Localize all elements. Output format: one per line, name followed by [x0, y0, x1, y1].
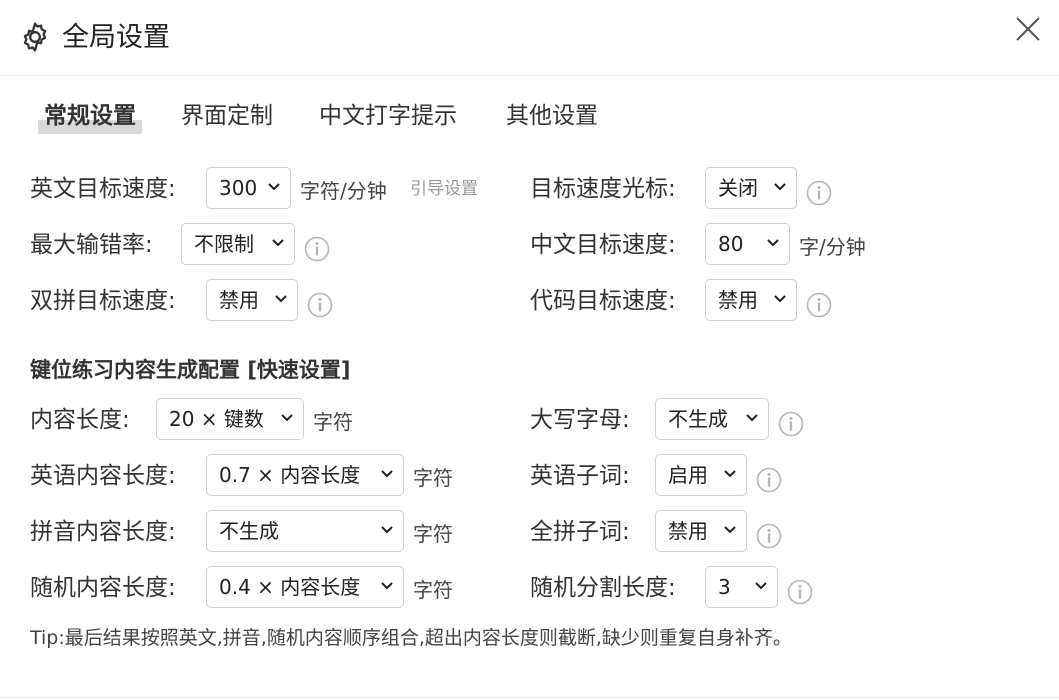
- dialog-title: 全局设置: [62, 22, 170, 53]
- tip-text: Tip:最后结果按照英文,拼音,随机内容顺序组合,超出内容长度则截断,缺少则重复…: [30, 627, 792, 649]
- pinyin-content-length-select[interactable]: 不生成: [206, 510, 404, 552]
- quanpin-subword-label: 全拼子词:: [530, 519, 630, 545]
- max-error-rate-select[interactable]: 不限制: [181, 223, 295, 265]
- en-subword-select[interactable]: 启用: [655, 454, 747, 496]
- chevron-down-icon: [755, 582, 767, 590]
- tab-general[interactable]: 常规设置: [38, 96, 142, 136]
- divider: [0, 697, 1059, 698]
- select-value: 不限制: [194, 232, 254, 256]
- chevron-down-icon: [268, 183, 280, 191]
- select-value: 3: [718, 575, 731, 599]
- dialog-header: 全局设置: [0, 0, 1059, 76]
- code-target-speed-select[interactable]: 禁用: [705, 279, 797, 321]
- en-target-speed-select[interactable]: 300: [206, 167, 291, 209]
- chevron-down-icon: [767, 239, 779, 247]
- info-icon[interactable]: [806, 180, 832, 206]
- chevron-down-icon: [381, 526, 393, 534]
- content-length-unit: 字符: [313, 410, 353, 434]
- uppercase-label: 大写字母:: [530, 407, 630, 433]
- en-content-length-select[interactable]: 0.7 × 内容长度: [206, 454, 404, 496]
- select-value: 禁用: [668, 519, 708, 543]
- en-subword-label: 英语子词:: [530, 463, 630, 489]
- info-icon[interactable]: [787, 579, 813, 605]
- target-speed-cursor-label: 目标速度光标:: [530, 176, 676, 202]
- quanpin-subword-select[interactable]: 禁用: [655, 510, 747, 552]
- gear-icon: [23, 22, 47, 52]
- info-icon[interactable]: [806, 292, 832, 318]
- info-icon[interactable]: [756, 467, 782, 493]
- select-value: 启用: [668, 463, 708, 487]
- select-value: 不生成: [219, 519, 279, 543]
- chevron-down-icon: [381, 470, 393, 478]
- quick-settings-link[interactable]: [快速设置]: [247, 358, 350, 382]
- random-split-length-select[interactable]: 3: [705, 566, 778, 608]
- shuangpin-target-speed-label: 双拼目标速度:: [30, 288, 176, 314]
- content-length-select[interactable]: 20 × 键数: [156, 398, 304, 440]
- info-icon[interactable]: [756, 523, 782, 549]
- random-content-length-select[interactable]: 0.4 × 内容长度: [206, 566, 404, 608]
- chevron-down-icon: [746, 414, 758, 422]
- select-value: 禁用: [219, 288, 259, 312]
- select-value: 0.4 × 内容长度: [219, 575, 361, 599]
- tab-chinese-typing-hints[interactable]: 中文打字提示: [319, 96, 457, 136]
- random-split-length-label: 随机分割长度:: [530, 575, 676, 601]
- max-error-rate-label: 最大输错率:: [30, 232, 153, 258]
- uppercase-select[interactable]: 不生成: [655, 398, 769, 440]
- select-value: 20 × 键数: [169, 407, 264, 431]
- select-value: 300: [219, 176, 258, 200]
- section-title: 键位练习内容生成配置: [30, 358, 240, 382]
- tab-label: 界面定制: [181, 103, 273, 129]
- chevron-down-icon: [774, 183, 786, 191]
- tab-label: 中文打字提示: [319, 103, 457, 129]
- select-value: 不生成: [668, 407, 728, 431]
- code-target-speed-label: 代码目标速度:: [530, 288, 676, 314]
- chevron-down-icon: [774, 295, 786, 303]
- cn-target-speed-unit: 字/分钟: [799, 235, 866, 259]
- close-icon[interactable]: [1013, 14, 1043, 44]
- tab-label: 其他设置: [506, 103, 598, 129]
- content-length-label: 内容长度:: [30, 407, 130, 433]
- info-icon[interactable]: [304, 236, 330, 262]
- content-config-heading: 键位练习内容生成配置 [快速设置]: [30, 352, 351, 388]
- en-content-length-unit: 字符: [413, 466, 453, 490]
- info-icon[interactable]: [778, 411, 804, 437]
- info-icon[interactable]: [307, 292, 333, 318]
- en-target-speed-unit: 字符/分钟: [300, 179, 387, 203]
- tab-label: 常规设置: [44, 103, 136, 129]
- pinyin-content-length-label: 拼音内容长度:: [30, 519, 176, 545]
- chevron-down-icon: [272, 239, 284, 247]
- select-value: 80: [718, 232, 744, 256]
- en-target-speed-label: 英文目标速度:: [30, 176, 176, 202]
- chevron-down-icon: [724, 526, 736, 534]
- select-value: 禁用: [718, 288, 758, 312]
- en-content-length-label: 英语内容长度:: [30, 463, 176, 489]
- random-content-length-unit: 字符: [413, 578, 453, 602]
- chevron-down-icon: [281, 414, 293, 422]
- chevron-down-icon: [381, 582, 393, 590]
- tab-ui-customize[interactable]: 界面定制: [181, 96, 273, 136]
- chevron-down-icon: [724, 470, 736, 478]
- select-value: 关闭: [718, 176, 758, 200]
- cn-target-speed-select[interactable]: 80: [705, 223, 790, 265]
- chevron-down-icon: [275, 295, 287, 303]
- cn-target-speed-label: 中文目标速度:: [530, 232, 676, 258]
- random-content-length-label: 随机内容长度:: [30, 575, 176, 601]
- target-speed-cursor-select[interactable]: 关闭: [705, 167, 797, 209]
- select-value: 0.7 × 内容长度: [219, 463, 361, 487]
- shuangpin-target-speed-select[interactable]: 禁用: [206, 279, 298, 321]
- settings-tabs: 常规设置 界面定制 中文打字提示 其他设置: [0, 96, 1059, 140]
- tab-other-settings[interactable]: 其他设置: [506, 96, 598, 136]
- guide-settings-link[interactable]: 引导设置: [410, 169, 478, 209]
- pinyin-content-length-unit: 字符: [413, 522, 453, 546]
